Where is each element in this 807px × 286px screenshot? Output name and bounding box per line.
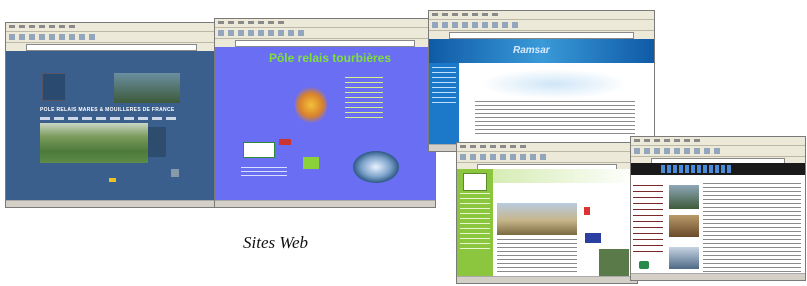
small-logo-icon bbox=[171, 169, 179, 177]
toolbar-buttons[interactable] bbox=[9, 34, 99, 40]
site-title: Pôle relais tourbières bbox=[268, 51, 392, 65]
menu-items[interactable] bbox=[218, 21, 288, 24]
red-badge bbox=[584, 207, 590, 215]
page-content bbox=[457, 169, 637, 279]
browser-window-3[interactable]: Ramsar bbox=[428, 10, 655, 152]
world-map bbox=[479, 69, 629, 99]
menu-items[interactable] bbox=[634, 139, 704, 142]
site-banner: PÔLE RELAIS MARES & MOUILLÈRES DE FRANCE bbox=[40, 107, 175, 113]
toolbar-buttons[interactable] bbox=[460, 154, 550, 160]
toolbar-buttons[interactable] bbox=[432, 22, 522, 28]
toolbar-buttons[interactable] bbox=[634, 148, 724, 154]
right-panel bbox=[599, 249, 629, 279]
info-text bbox=[241, 167, 287, 177]
caption: Sites Web bbox=[243, 233, 309, 252]
flower-image bbox=[295, 85, 327, 125]
enter-button[interactable] bbox=[109, 178, 116, 182]
address-field[interactable] bbox=[26, 44, 197, 51]
lake-image bbox=[353, 151, 399, 183]
article-text bbox=[703, 183, 801, 275]
menu-bar[interactable] bbox=[6, 23, 217, 32]
eu-flag-icon bbox=[585, 233, 601, 243]
main-photo-right bbox=[148, 127, 166, 157]
header-logo: Ramsar bbox=[513, 45, 550, 56]
green-badge bbox=[303, 157, 319, 169]
photo-2 bbox=[669, 215, 699, 237]
article-text bbox=[497, 239, 577, 275]
menu-bar[interactable] bbox=[429, 11, 654, 20]
status-bar bbox=[457, 276, 637, 283]
marsh-photo bbox=[497, 203, 577, 235]
browser-window-1[interactable]: PÔLE RELAIS MARES & MOUILLÈRES DE FRANCE bbox=[5, 22, 218, 208]
menu-bar[interactable] bbox=[631, 137, 805, 146]
toolbar-buttons[interactable] bbox=[218, 30, 308, 36]
header-photo bbox=[114, 73, 180, 103]
nav-links[interactable] bbox=[40, 117, 180, 120]
left-nav[interactable] bbox=[633, 185, 663, 255]
page-content: Ramsar bbox=[429, 39, 654, 145]
toolbar[interactable] bbox=[215, 28, 435, 39]
toolbar[interactable] bbox=[6, 32, 217, 43]
photo-1 bbox=[669, 185, 699, 209]
sidebar-links[interactable] bbox=[460, 193, 490, 253]
photo-3 bbox=[669, 247, 699, 269]
menu-bar[interactable] bbox=[215, 19, 435, 28]
page-content bbox=[631, 163, 805, 275]
browser-window-4[interactable] bbox=[456, 142, 638, 284]
flag-icon bbox=[279, 139, 291, 145]
address-field[interactable] bbox=[235, 40, 415, 47]
logo-image bbox=[42, 73, 66, 101]
status-bar bbox=[215, 200, 435, 207]
status-bar bbox=[6, 200, 217, 207]
page-content: Pôle relais tourbières bbox=[215, 47, 435, 201]
partner-logo bbox=[243, 142, 275, 158]
address-field[interactable] bbox=[449, 32, 634, 39]
menu-bar[interactable] bbox=[457, 143, 637, 152]
header-pattern bbox=[661, 165, 731, 173]
menu-items[interactable] bbox=[460, 145, 530, 148]
body-text bbox=[475, 101, 635, 137]
green-badge bbox=[639, 261, 649, 269]
left-nav-links[interactable] bbox=[432, 67, 456, 107]
page-content: PÔLE RELAIS MARES & MOUILLÈRES DE FRANCE bbox=[6, 51, 217, 201]
menu-items[interactable] bbox=[432, 13, 502, 16]
site-logo bbox=[463, 173, 487, 191]
status-bar bbox=[631, 273, 805, 280]
main-photo bbox=[40, 123, 148, 163]
nav-menu-lines[interactable] bbox=[345, 77, 383, 121]
menu-items[interactable] bbox=[9, 25, 79, 28]
header-arc bbox=[493, 169, 637, 183]
browser-window-5[interactable] bbox=[630, 136, 806, 281]
toolbar[interactable] bbox=[429, 20, 654, 31]
toolbar[interactable] bbox=[631, 146, 805, 157]
browser-window-2[interactable]: Pôle relais tourbières bbox=[214, 18, 436, 208]
toolbar[interactable] bbox=[457, 152, 637, 163]
